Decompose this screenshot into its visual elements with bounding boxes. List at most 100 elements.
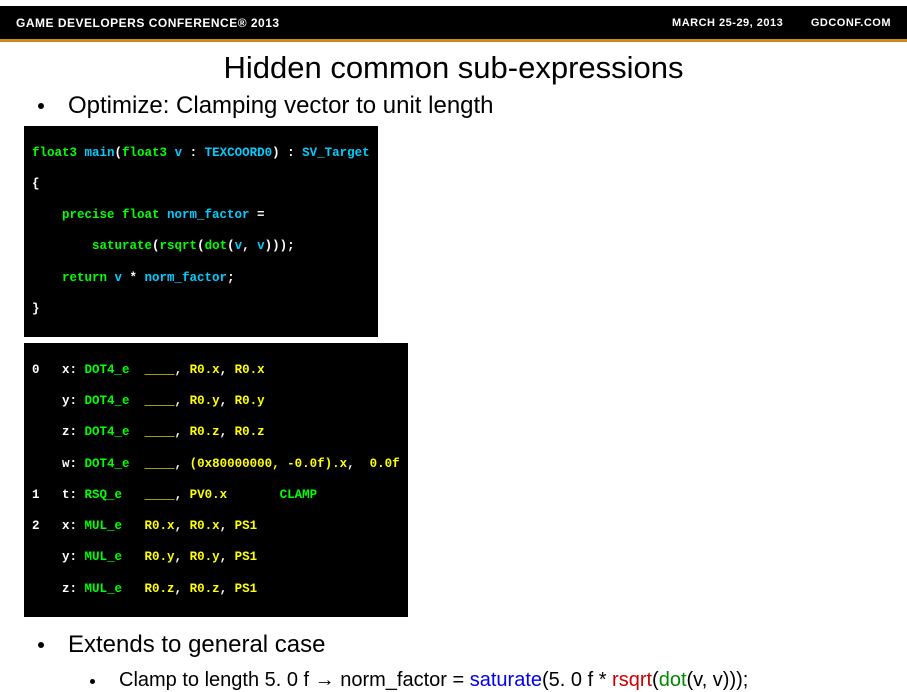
asm-token: , [220, 519, 235, 533]
asm-token: ____ [145, 488, 175, 502]
asm-token: R0.z [190, 425, 220, 439]
code-token: } [32, 302, 40, 316]
asm-token: R0.y [235, 394, 265, 408]
asm-token: x: [40, 363, 85, 377]
text-seg: (v, v))); [687, 669, 749, 691]
asm-token: y: [32, 550, 85, 564]
asm-token: , [220, 582, 235, 596]
asm-token: 0 [32, 363, 40, 377]
code-token: ( [227, 239, 235, 253]
code-token: main [85, 146, 115, 160]
code-token: ))); [265, 239, 295, 253]
asm-token: DOT4_e [85, 363, 145, 377]
code-token: * [130, 271, 145, 285]
asm-token: 1 [32, 488, 40, 502]
asm-token: , [175, 394, 190, 408]
asm-token: y: [32, 394, 85, 408]
asm-token: DOT4_e [85, 394, 145, 408]
asm-token: , [175, 363, 190, 377]
asm-token: ____ [145, 425, 175, 439]
code-token: ) : [272, 146, 302, 160]
asm-token: , [347, 457, 370, 471]
asm-token: CLAMP [227, 488, 317, 502]
code-token: SV_Target [302, 146, 370, 160]
fn-rsqrt: rsqrt [612, 669, 652, 691]
fn-dot: dot [659, 669, 687, 691]
code-token: return [32, 271, 115, 285]
header-date: MARCH 25-29, 2013 [672, 17, 783, 29]
code-token: v [175, 146, 190, 160]
text-seg: ( [652, 669, 659, 691]
text-seg: (5. 0 f * [542, 669, 612, 691]
asm-token: PV0.x [190, 488, 228, 502]
asm-token: R0.x [190, 363, 220, 377]
sub-bullet-clamp: Clamp to length 5. 0 f → norm_factor = s… [90, 669, 907, 692]
asm-token: , [175, 488, 190, 502]
asm-token: MUL_e [85, 582, 145, 596]
asm-token: R0.x [235, 363, 265, 377]
asm-token: R0.y [145, 550, 175, 564]
code-token: , [242, 239, 257, 253]
asm-token: PS1 [235, 519, 258, 533]
header-right: MARCH 25-29, 2013 GDCONF.COM [648, 17, 891, 29]
code-token: TEXCOORD0 [205, 146, 273, 160]
bullet-text: Optimize: Clamping vector to unit length [68, 92, 494, 120]
asm-token: DOT4_e [85, 425, 145, 439]
code-token: v [115, 271, 130, 285]
asm-token: , [220, 363, 235, 377]
code-token: ( [197, 239, 205, 253]
asm-token: 0.0f [370, 457, 400, 471]
hlsl-code-block: float3 main(float3 v : TEXCOORD0) : SV_T… [24, 126, 378, 337]
header-site: GDCONF.COM [811, 17, 891, 29]
asm-token: , [175, 550, 190, 564]
asm-token: R0.y [190, 550, 220, 564]
code-token: float3 [32, 146, 85, 160]
fn-saturate: saturate [470, 669, 542, 691]
code-token: ( [152, 239, 160, 253]
code-token: { [32, 177, 40, 191]
sub-bullet-text: Clamp to length 5. 0 f → norm_factor = s… [119, 669, 748, 692]
code-token: norm_factor [145, 271, 228, 285]
asm-token: , [175, 519, 190, 533]
bullet-icon [38, 103, 44, 109]
asm-token: , [220, 394, 235, 408]
code-token: v [235, 239, 243, 253]
bullet-extends: Extends to general case [38, 631, 907, 659]
bullet-text: Extends to general case [68, 631, 326, 659]
code-token: rsqrt [160, 239, 198, 253]
asm-token: PS1 [235, 550, 258, 564]
code-token: ; [227, 271, 235, 285]
asm-token: z: [32, 425, 85, 439]
code-token: v [257, 239, 265, 253]
text-seg: Clamp to length 5. 0 f → norm_factor = [119, 669, 470, 691]
asm-token: R0.z [145, 582, 175, 596]
code-token: ( [115, 146, 123, 160]
asm-token: w: [32, 457, 85, 471]
asm-token: ____ [145, 457, 175, 471]
code-token: norm_factor [167, 208, 257, 222]
asm-token: (0x80000000, -0.0f).x [190, 457, 348, 471]
asm-token: R0.y [190, 394, 220, 408]
code-token: : [190, 146, 205, 160]
asm-token: x: [40, 519, 85, 533]
code-token: = [257, 208, 265, 222]
asm-token: R0.z [235, 425, 265, 439]
asm-token: ____ [145, 394, 175, 408]
bullet-icon [90, 679, 95, 684]
asm-token: RSQ_e [85, 488, 145, 502]
asm-token: DOT4_e [85, 457, 145, 471]
bullet-icon [38, 642, 44, 648]
asm-token: 2 [32, 519, 40, 533]
assembly-block: 0 x: DOT4_e ____, R0.x, R0.x y: DOT4_e _… [24, 343, 408, 617]
code-token: precise float [32, 208, 167, 222]
asm-token: R0.z [190, 582, 220, 596]
asm-token: z: [32, 582, 85, 596]
asm-token: MUL_e [85, 519, 145, 533]
code-token: saturate [32, 239, 152, 253]
asm-token: ____ [145, 363, 175, 377]
slide-title: Hidden common sub-expressions [0, 50, 907, 86]
asm-token: , [175, 457, 190, 471]
asm-token: t: [40, 488, 85, 502]
asm-token: , [175, 582, 190, 596]
asm-token: , [220, 425, 235, 439]
